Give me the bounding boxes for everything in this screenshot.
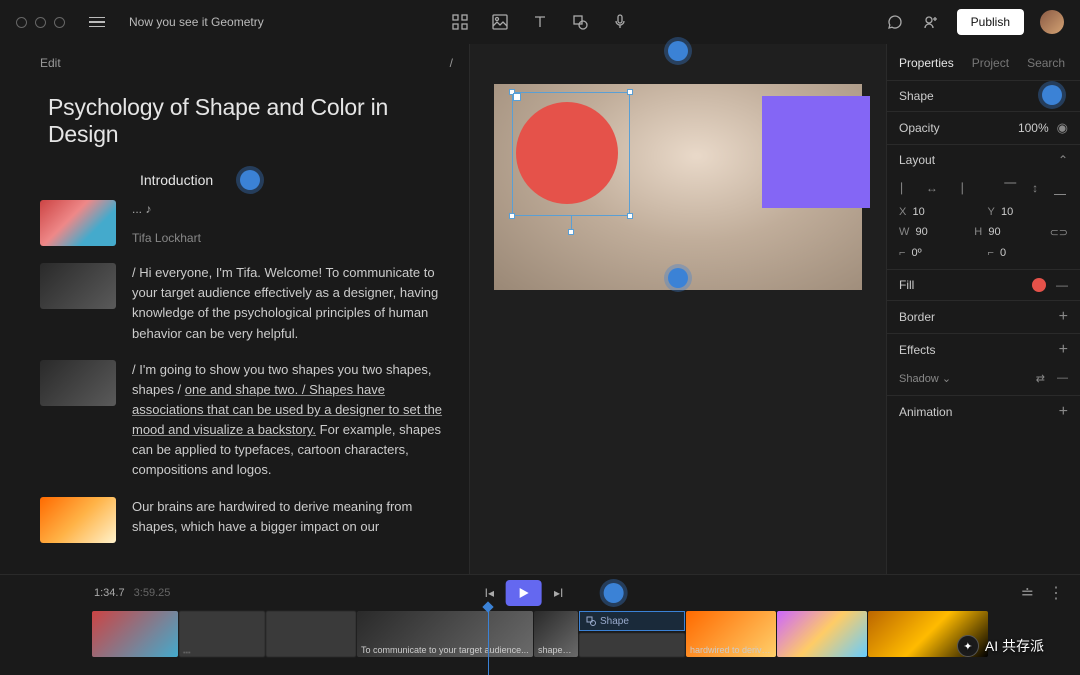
- effects-label: Effects: [899, 343, 935, 357]
- opacity-label: Opacity: [899, 121, 940, 135]
- fill-label: Fill: [899, 278, 914, 292]
- total-duration: 3:59.25: [134, 587, 171, 599]
- align-bottom-icon[interactable]: ⎽: [1052, 181, 1068, 196]
- clip-thumbnail[interactable]: [40, 263, 116, 309]
- transcript-paragraph[interactable]: Our brains are hardwired to derive meani…: [132, 497, 453, 543]
- text-icon[interactable]: [530, 12, 550, 32]
- menu-button[interactable]: [89, 17, 105, 28]
- collab-cursor: [668, 41, 688, 61]
- grid-icon[interactable]: [450, 12, 470, 32]
- rotation-input[interactable]: 0º: [912, 247, 922, 259]
- align-center-v-icon[interactable]: ↕: [1027, 181, 1043, 196]
- selection-box[interactable]: [512, 92, 630, 216]
- timeline-clip[interactable]: shapes one and shape two....: [534, 611, 578, 657]
- corner-input[interactable]: 0: [1000, 247, 1006, 259]
- align-left-icon[interactable]: ⎸: [899, 181, 915, 196]
- tab-properties[interactable]: Properties: [899, 56, 954, 70]
- speaker-name: Tifa Lockhart: [132, 229, 453, 248]
- shadow-label[interactable]: Shadow ⌄: [899, 372, 951, 385]
- slash-label: /: [450, 56, 453, 70]
- align-right-icon[interactable]: ⎹: [949, 181, 965, 196]
- video-canvas[interactable]: [494, 84, 862, 290]
- add-border-icon[interactable]: +: [1059, 309, 1068, 325]
- collab-cursor: [240, 170, 260, 190]
- more-menu-icon[interactable]: ⋮: [1048, 583, 1064, 603]
- timeline-clip[interactable]: ...: [179, 611, 265, 657]
- watermark: ✦ AI 共存派: [957, 635, 1044, 657]
- edit-label[interactable]: Edit: [40, 56, 61, 70]
- timeline-clip[interactable]: To communicate to your target audience..…: [357, 611, 533, 657]
- remove-shadow-icon[interactable]: —: [1057, 372, 1068, 385]
- next-frame-icon[interactable]: ▸I: [554, 586, 563, 600]
- timeline-view-icon[interactable]: ≐: [1021, 583, 1034, 603]
- share-icon[interactable]: [921, 12, 941, 32]
- clip-thumbnail[interactable]: [40, 360, 116, 406]
- publish-button[interactable]: Publish: [957, 9, 1024, 35]
- y-input[interactable]: 10: [1001, 206, 1013, 218]
- mic-icon[interactable]: [610, 12, 630, 32]
- timeline-clip[interactable]: [579, 633, 685, 657]
- w-input[interactable]: 90: [916, 226, 928, 238]
- prev-frame-icon[interactable]: I◂: [485, 586, 494, 600]
- window-controls[interactable]: [16, 17, 65, 28]
- timeline-clip[interactable]: hardwired to derive meaning from shapes,…: [686, 611, 776, 657]
- shadow-settings-icon[interactable]: ⇄: [1036, 372, 1045, 385]
- align-center-h-icon[interactable]: ↔: [924, 181, 940, 196]
- section-heading: Introduction: [140, 172, 453, 188]
- transcript-ellipsis: ... ♪: [132, 200, 453, 219]
- page-title: Psychology of Shape and Color in Design: [48, 94, 453, 148]
- clip-thumbnail[interactable]: [40, 497, 116, 543]
- layout-label: Layout: [899, 153, 935, 167]
- remove-fill-icon[interactable]: —: [1056, 278, 1068, 292]
- play-button[interactable]: [506, 580, 542, 606]
- image-icon[interactable]: [490, 12, 510, 32]
- h-input[interactable]: 90: [988, 226, 1000, 238]
- timeline-clip[interactable]: [92, 611, 178, 657]
- clip-thumbnail[interactable]: [40, 200, 116, 246]
- comment-icon[interactable]: [885, 12, 905, 32]
- tab-project[interactable]: Project: [972, 56, 1009, 70]
- user-avatar[interactable]: [1040, 10, 1064, 34]
- shape-square[interactable]: [762, 96, 870, 208]
- x-input[interactable]: 10: [912, 206, 924, 218]
- border-label: Border: [899, 310, 935, 324]
- tab-search[interactable]: Search: [1027, 56, 1065, 70]
- align-top-icon[interactable]: ⎺: [1002, 181, 1018, 196]
- timeline-clip[interactable]: [777, 611, 867, 657]
- playhead[interactable]: [488, 607, 489, 675]
- current-time: 1:34.7: [94, 587, 125, 599]
- transcript-paragraph[interactable]: / I'm going to show you two shapes you t…: [132, 360, 453, 481]
- fill-swatch[interactable]: [1032, 278, 1046, 292]
- collab-cursor: [668, 268, 688, 288]
- document-title: Now you see it Geometry: [129, 15, 264, 29]
- timeline-clip[interactable]: [266, 611, 356, 657]
- chevron-up-icon[interactable]: ⌃: [1058, 153, 1068, 167]
- add-animation-icon[interactable]: +: [1059, 404, 1068, 420]
- link-dimensions-icon[interactable]: ⊂⊃: [1050, 226, 1068, 239]
- collab-cursor: [603, 583, 623, 603]
- opacity-value[interactable]: 100%: [1018, 121, 1049, 135]
- shape-icon[interactable]: [570, 12, 590, 32]
- timeline-shape-clip[interactable]: Shape: [579, 611, 685, 631]
- visibility-toggle-icon[interactable]: ◉: [1057, 120, 1068, 136]
- shape-section-label: Shape: [899, 89, 934, 103]
- transcript-paragraph[interactable]: / Hi everyone, I'm Tifa. Welcome! To com…: [132, 263, 453, 344]
- collab-cursor: [1042, 85, 1062, 105]
- animation-label: Animation: [899, 405, 952, 419]
- add-effect-icon[interactable]: +: [1059, 342, 1068, 358]
